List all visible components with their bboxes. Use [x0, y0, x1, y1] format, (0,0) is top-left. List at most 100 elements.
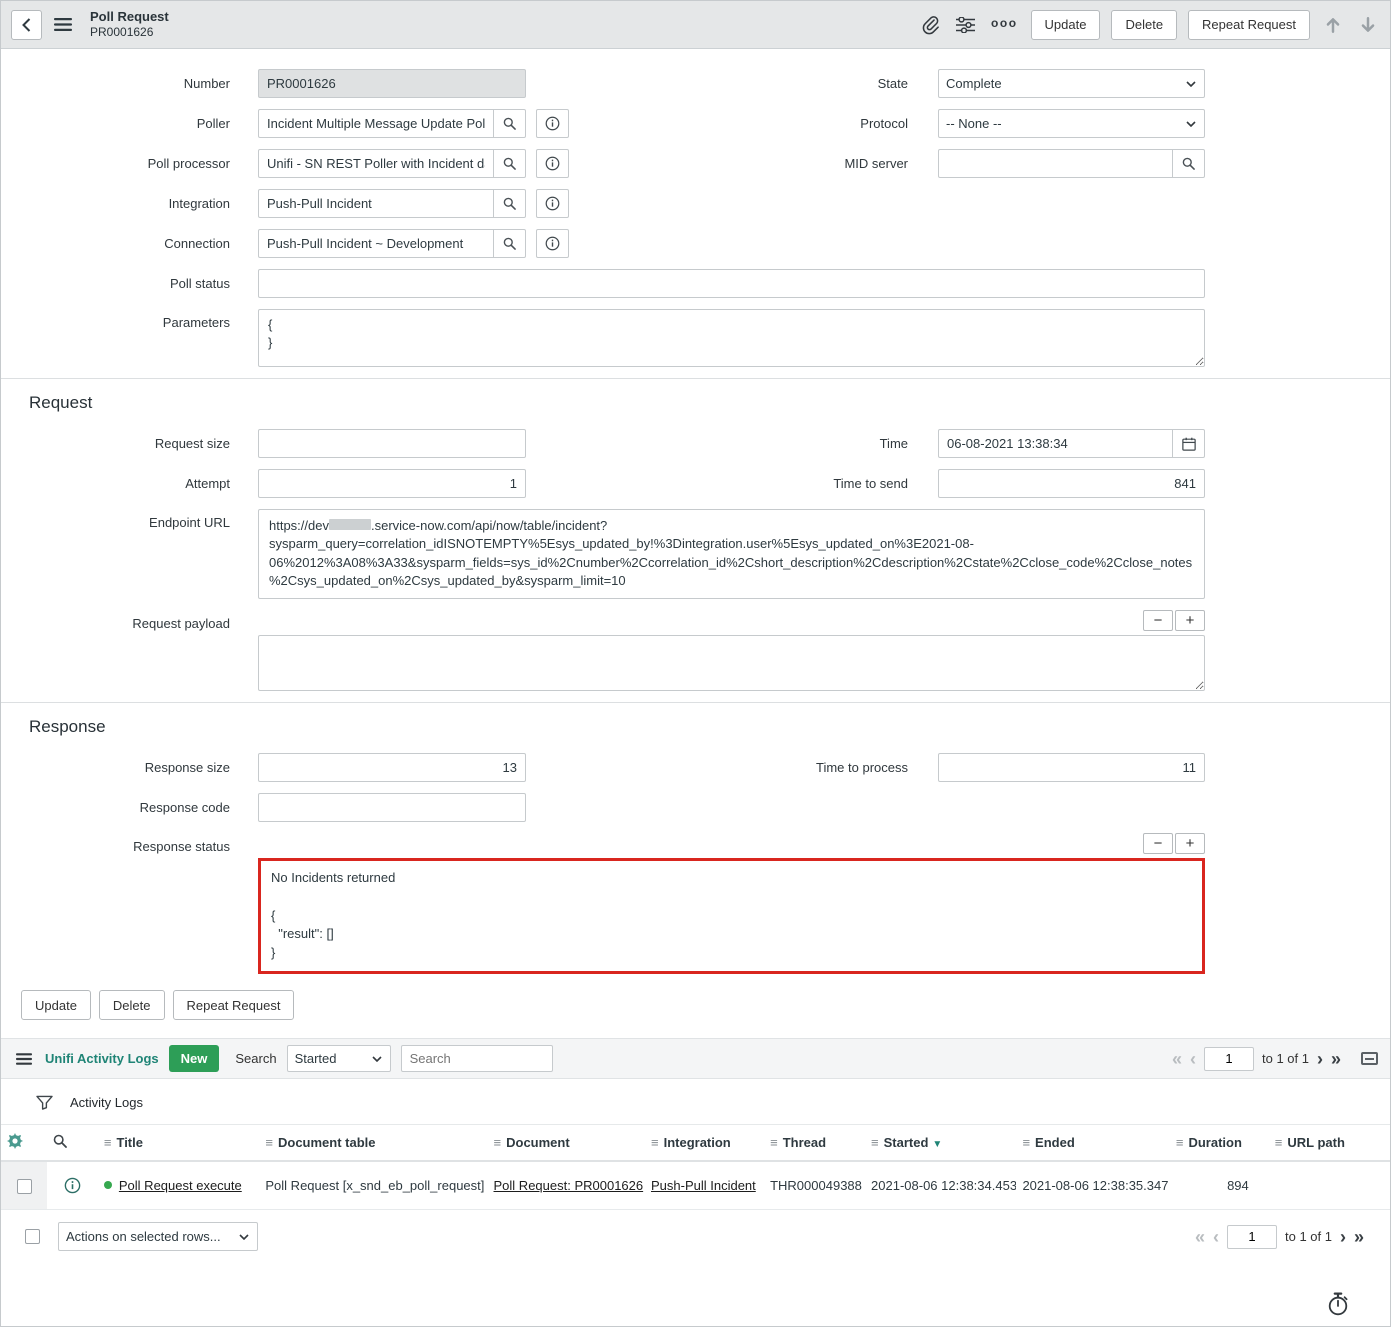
connection-preview-button[interactable]: [536, 229, 569, 258]
column-header-ended[interactable]: ≡Ended: [1016, 1125, 1169, 1162]
response-code-input[interactable]: [258, 793, 526, 822]
connection-input[interactable]: [258, 229, 494, 258]
response-status-value[interactable]: No Incidents returned { "result": [] }: [261, 861, 1202, 971]
column-header-thread[interactable]: ≡Thread: [764, 1125, 865, 1162]
column-header-title[interactable]: ≡Title: [98, 1125, 260, 1162]
personalize-form-icon[interactable]: [953, 14, 978, 36]
column-menu-icon[interactable]: ≡: [1176, 1135, 1184, 1150]
state-select[interactable]: Complete: [938, 69, 1205, 98]
page-number-input[interactable]: [1227, 1225, 1277, 1249]
next-page-icon[interactable]: ›: [1317, 1050, 1323, 1068]
column-menu-icon[interactable]: ≡: [494, 1135, 502, 1150]
search-column-select[interactable]: Started: [287, 1045, 391, 1072]
column-header-document-table[interactable]: ≡Document table: [259, 1125, 487, 1162]
column-menu-icon[interactable]: ≡: [1022, 1135, 1030, 1150]
column-header-document[interactable]: ≡Document: [488, 1125, 645, 1162]
poll-status-input[interactable]: [258, 269, 1205, 298]
previous-page-icon[interactable]: ‹: [1190, 1050, 1196, 1068]
time-to-process-input[interactable]: [938, 753, 1205, 782]
previous-page-icon[interactable]: ‹: [1213, 1228, 1219, 1246]
record-preview-icon[interactable]: [61, 1174, 84, 1197]
time-to-send-label: Time to send: [696, 476, 938, 491]
column-menu-icon[interactable]: ≡: [1275, 1135, 1283, 1150]
protocol-select[interactable]: -- None --: [938, 109, 1205, 138]
delete-button[interactable]: Delete: [1111, 10, 1177, 40]
related-list-title[interactable]: Unifi Activity Logs: [45, 1051, 159, 1066]
previous-record-icon[interactable]: [1321, 13, 1345, 37]
integration-input[interactable]: [258, 189, 494, 218]
shrink-field-button[interactable]: −: [1143, 833, 1173, 854]
update-button[interactable]: Update: [1031, 10, 1101, 40]
column-menu-icon[interactable]: ≡: [651, 1135, 659, 1150]
title-link[interactable]: Poll Request execute: [119, 1178, 242, 1193]
table-row: Poll Request execute Poll Request [x_snd…: [1, 1161, 1390, 1210]
poll-processor-lookup-button[interactable]: [493, 149, 526, 178]
poll-processor-input[interactable]: [258, 149, 494, 178]
integration-link[interactable]: Push-Pull Incident: [651, 1178, 756, 1193]
column-menu-icon[interactable]: ≡: [871, 1135, 879, 1150]
last-page-icon[interactable]: »: [1354, 1228, 1364, 1246]
time-calendar-button[interactable]: [1172, 429, 1205, 458]
last-page-icon[interactable]: »: [1331, 1050, 1341, 1068]
column-header-integration[interactable]: ≡Integration: [645, 1125, 764, 1162]
mid-server-lookup-button[interactable]: [1172, 149, 1205, 178]
next-page-icon[interactable]: ›: [1340, 1228, 1346, 1246]
endpoint-url-label: Endpoint URL: [1, 509, 258, 530]
update-button-bottom[interactable]: Update: [21, 990, 91, 1020]
filter-icon[interactable]: [33, 1092, 56, 1113]
grow-field-button[interactable]: +: [1175, 610, 1205, 631]
row-checkbox[interactable]: [17, 1179, 32, 1194]
collapse-list-icon[interactable]: [1361, 1052, 1378, 1065]
list-settings-header[interactable]: [1, 1125, 47, 1162]
list-context-menu-icon[interactable]: [13, 1050, 35, 1068]
search-icon: [1182, 157, 1195, 170]
time-to-send-input[interactable]: [938, 469, 1205, 498]
connection-lookup-button[interactable]: [493, 229, 526, 258]
integration-preview-button[interactable]: [536, 189, 569, 218]
list-search-input[interactable]: [401, 1045, 553, 1072]
attachment-icon[interactable]: [918, 12, 942, 38]
next-record-icon[interactable]: [1356, 13, 1380, 37]
back-button[interactable]: [11, 10, 42, 40]
repeat-request-button[interactable]: Repeat Request: [1188, 10, 1310, 40]
stopwatch-icon[interactable]: [1324, 1289, 1352, 1319]
parameters-input[interactable]: { }: [258, 309, 1205, 367]
request-size-input[interactable]: [258, 429, 526, 458]
first-page-icon[interactable]: «: [1172, 1050, 1182, 1068]
shrink-field-button[interactable]: −: [1143, 610, 1173, 631]
poller-preview-button[interactable]: [536, 109, 569, 138]
repeat-request-button-bottom[interactable]: Repeat Request: [173, 990, 295, 1020]
column-header-duration[interactable]: ≡Duration: [1170, 1125, 1269, 1162]
integration-lookup-button[interactable]: [493, 189, 526, 218]
request-payload-input[interactable]: [258, 635, 1205, 691]
cell-url-path: [1269, 1161, 1390, 1210]
response-size-input[interactable]: [258, 753, 526, 782]
column-header-started[interactable]: ≡Started▼: [865, 1125, 1016, 1162]
number-input[interactable]: [258, 69, 526, 98]
document-link[interactable]: Poll Request: PR0001626: [494, 1178, 644, 1193]
column-header-url-path[interactable]: ≡URL path: [1269, 1125, 1390, 1162]
form-context-menu-icon[interactable]: [51, 15, 75, 34]
new-button[interactable]: New: [169, 1045, 220, 1072]
first-page-icon[interactable]: «: [1195, 1228, 1205, 1246]
time-input[interactable]: [938, 429, 1173, 458]
mid-server-input[interactable]: [938, 149, 1173, 178]
more-options-icon[interactable]: ooo: [989, 16, 1020, 34]
delete-button-bottom[interactable]: Delete: [99, 990, 165, 1020]
poller-input[interactable]: [258, 109, 494, 138]
column-menu-icon[interactable]: ≡: [104, 1135, 112, 1150]
grow-field-button[interactable]: +: [1175, 833, 1205, 854]
breadcrumb-text[interactable]: Activity Logs: [70, 1095, 143, 1110]
page-number-input[interactable]: [1204, 1047, 1254, 1071]
cell-ended: 2021-08-06 12:38:35.347: [1016, 1161, 1169, 1210]
endpoint-url-value[interactable]: https://dev.service-now.com/api/now/tabl…: [258, 509, 1205, 599]
poll-processor-preview-button[interactable]: [536, 149, 569, 178]
select-all-checkbox[interactable]: [25, 1229, 40, 1244]
actions-on-rows-select[interactable]: Actions on selected rows...: [58, 1222, 258, 1251]
attempt-input[interactable]: [258, 469, 526, 498]
column-menu-icon[interactable]: ≡: [770, 1135, 778, 1150]
poller-lookup-button[interactable]: [493, 109, 526, 138]
request-section-title: Request: [29, 393, 1390, 413]
column-menu-icon[interactable]: ≡: [265, 1135, 273, 1150]
list-search-header[interactable]: [47, 1125, 97, 1162]
